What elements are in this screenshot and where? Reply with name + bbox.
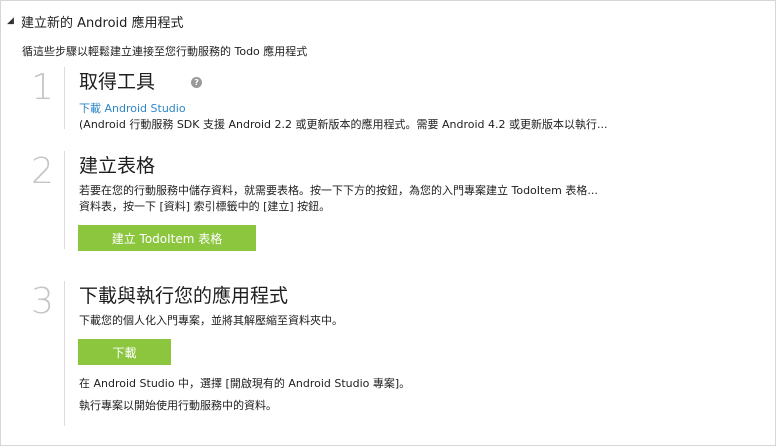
help-icon[interactable]: ? — [191, 77, 203, 88]
panel: ◢ 建立新的 Android 應用程式 循這些步驟以輕鬆建立連接至您行動服務的 … — [0, 0, 776, 446]
step-description-2: 在 Android Studio 中，選擇 [開啟現有的 Android Stu… — [79, 377, 411, 390]
step-number: 1 — [31, 67, 54, 108]
step-number: 2 — [31, 151, 54, 192]
section-intro: 循這些步驟以輕鬆建立連接至您行動服務的 Todo 應用程式 — [22, 45, 308, 58]
collapse-caret-icon[interactable]: ◢ — [7, 16, 21, 26]
step-divider — [64, 67, 65, 129]
section-header[interactable]: ◢ 建立新的 Android 應用程式 — [7, 12, 184, 31]
download-button[interactable]: 下載 — [78, 339, 171, 365]
create-todoitem-table-button[interactable]: 建立 TodoItem 表格 — [78, 225, 256, 251]
step-description-3: 執行專案以開始使用行動服務中的資料。 — [79, 399, 277, 412]
step-body: 建立表格 若要在您的行動服務中儲存資料，就需要表格。按一下下方的按鈕，為您的入門… — [79, 151, 598, 215]
step-description: (Android 行動服務 SDK 支援 Android 2.2 或更新版本的應… — [79, 118, 608, 131]
step-divider — [64, 281, 65, 426]
step-description-2: 資料表，按一下 [資料] 索引標籤中的 [建立] 按鈕。 — [79, 200, 331, 213]
step-description: 若要在您的行動服務中儲存資料，就需要表格。按一下下方的按鈕，為您的入門專案建立 … — [79, 184, 598, 197]
step-title: 取得工具 — [79, 71, 156, 93]
step-divider — [64, 151, 65, 249]
step-title: 建立表格 — [79, 155, 156, 177]
step-description: 下載您的個人化入門專案，並將其解壓縮至資料夾中。 — [79, 314, 343, 327]
step-body: 取得工具 ? 下載 Android Studio (Android 行動服務 S… — [79, 67, 608, 133]
section-title: 建立新的 Android 應用程式 — [21, 15, 184, 31]
step-title: 下載與執行您的應用程式 — [79, 285, 289, 307]
download-android-studio-link[interactable]: 下載 Android Studio — [79, 102, 186, 115]
step-number: 3 — [31, 281, 54, 322]
